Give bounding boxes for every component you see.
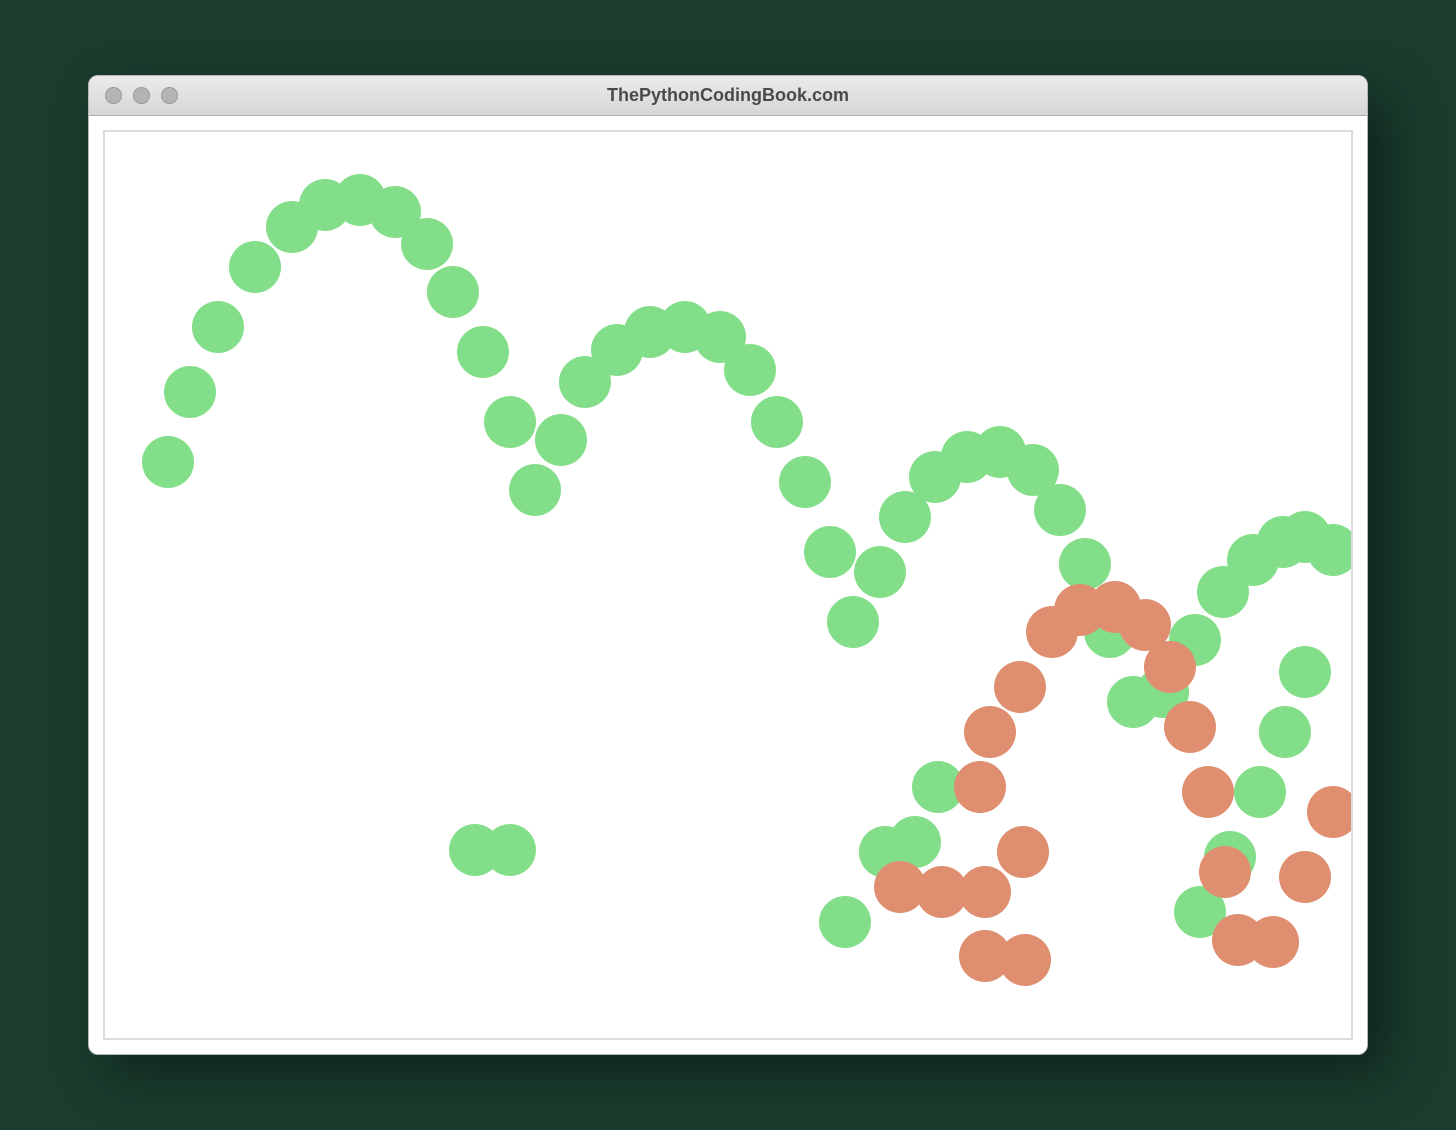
green-ball [457, 326, 509, 378]
green-ball [1307, 524, 1353, 576]
zoom-icon[interactable] [161, 87, 178, 104]
title-bar[interactable]: ThePythonCodingBook.com [89, 76, 1367, 116]
turtle-canvas [103, 130, 1353, 1040]
green-ball [427, 266, 479, 318]
green-ball [164, 366, 216, 418]
green-ball [854, 546, 906, 598]
app-window: ThePythonCodingBook.com [88, 75, 1368, 1055]
orange-ball [997, 826, 1049, 878]
green-ball [1034, 484, 1086, 536]
green-ball [535, 414, 587, 466]
green-ball [192, 301, 244, 353]
green-ball [509, 464, 561, 516]
green-ball [779, 456, 831, 508]
orange-ball [1164, 701, 1216, 753]
green-ball [1234, 766, 1286, 818]
green-ball [1259, 706, 1311, 758]
green-ball [142, 436, 194, 488]
orange-ball [1247, 916, 1299, 968]
close-icon[interactable] [105, 87, 122, 104]
traffic-lights [89, 87, 178, 104]
orange-ball [1279, 851, 1331, 903]
orange-ball [1182, 766, 1234, 818]
green-ball [229, 241, 281, 293]
green-ball [484, 824, 536, 876]
orange-ball [1144, 641, 1196, 693]
minimize-icon[interactable] [133, 87, 150, 104]
orange-ball [959, 866, 1011, 918]
green-ball [751, 396, 803, 448]
green-ball [724, 344, 776, 396]
green-ball [1059, 538, 1111, 590]
orange-ball [954, 761, 1006, 813]
green-ball [804, 526, 856, 578]
orange-ball [1199, 846, 1251, 898]
window-title: ThePythonCodingBook.com [89, 85, 1367, 106]
green-ball [484, 396, 536, 448]
green-ball [401, 218, 453, 270]
orange-ball [1307, 786, 1353, 838]
orange-ball [999, 934, 1051, 986]
green-ball [827, 596, 879, 648]
green-ball [819, 896, 871, 948]
orange-ball [964, 706, 1016, 758]
orange-ball [994, 661, 1046, 713]
green-ball [1279, 646, 1331, 698]
